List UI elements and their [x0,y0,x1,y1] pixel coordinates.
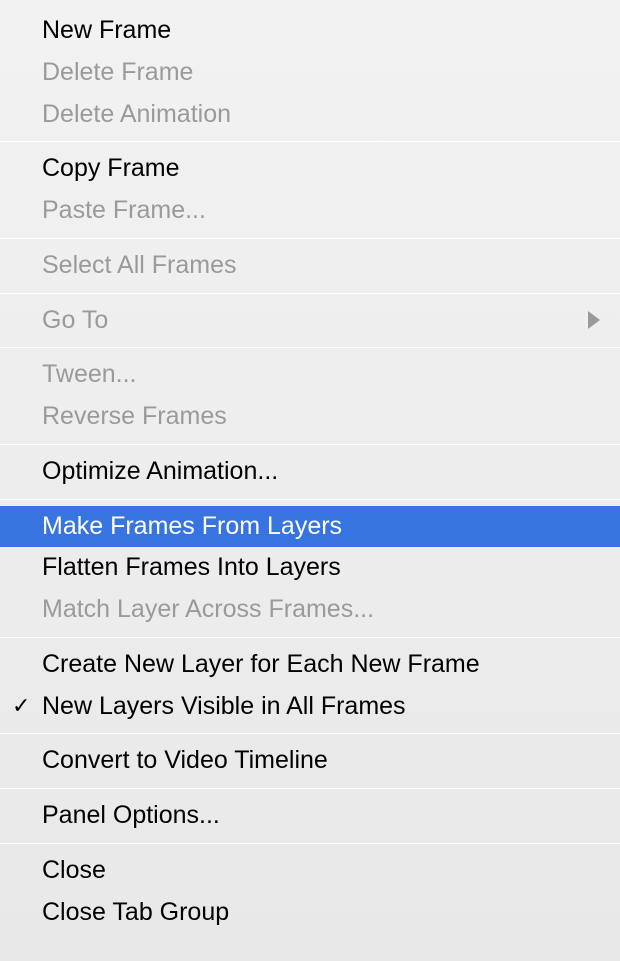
menu-item-match-layer-across-frames: Match Layer Across Frames... [0,589,620,631]
menu-item-new-layers-visible-all-frames[interactable]: ✓ New Layers Visible in All Frames [0,686,620,728]
menu-divider [0,788,620,789]
menu-item-paste-frame: Paste Frame... [0,190,620,232]
menu-item-close[interactable]: Close [0,850,620,892]
menu-divider [0,293,620,294]
menu-item-optimize-animation[interactable]: Optimize Animation... [0,451,620,493]
menu-divider [0,733,620,734]
menu-item-go-to: Go To [0,300,620,342]
menu-top-padding [0,0,620,10]
menu-divider [0,347,620,348]
menu-divider [0,637,620,638]
menu-item-new-frame[interactable]: New Frame [0,10,620,52]
submenu-arrow-icon [588,311,600,329]
panel-context-menu: New Frame Delete Frame Delete Animation … [0,0,620,933]
menu-item-make-frames-from-layers[interactable]: Make Frames From Layers [0,506,620,548]
menu-item-delete-animation: Delete Animation [0,94,620,136]
menu-divider [0,444,620,445]
menu-item-tween: Tween... [0,354,620,396]
menu-item-select-all-frames: Select All Frames [0,245,620,287]
menu-item-close-tab-group[interactable]: Close Tab Group [0,892,620,934]
menu-item-reverse-frames: Reverse Frames [0,396,620,438]
menu-divider [0,141,620,142]
menu-item-flatten-frames-into-layers[interactable]: Flatten Frames Into Layers [0,547,620,589]
menu-item-label: New Layers Visible in All Frames [42,692,406,720]
menu-divider [0,238,620,239]
menu-item-panel-options[interactable]: Panel Options... [0,795,620,837]
menu-item-create-new-layer-each-frame[interactable]: Create New Layer for Each New Frame [0,644,620,686]
menu-item-delete-frame: Delete Frame [0,52,620,94]
menu-divider [0,843,620,844]
menu-item-convert-to-video-timeline[interactable]: Convert to Video Timeline [0,740,620,782]
menu-item-label: Go To [42,306,108,334]
checkmark-icon: ✓ [12,692,30,722]
menu-divider [0,499,620,500]
menu-item-copy-frame[interactable]: Copy Frame [0,148,620,190]
